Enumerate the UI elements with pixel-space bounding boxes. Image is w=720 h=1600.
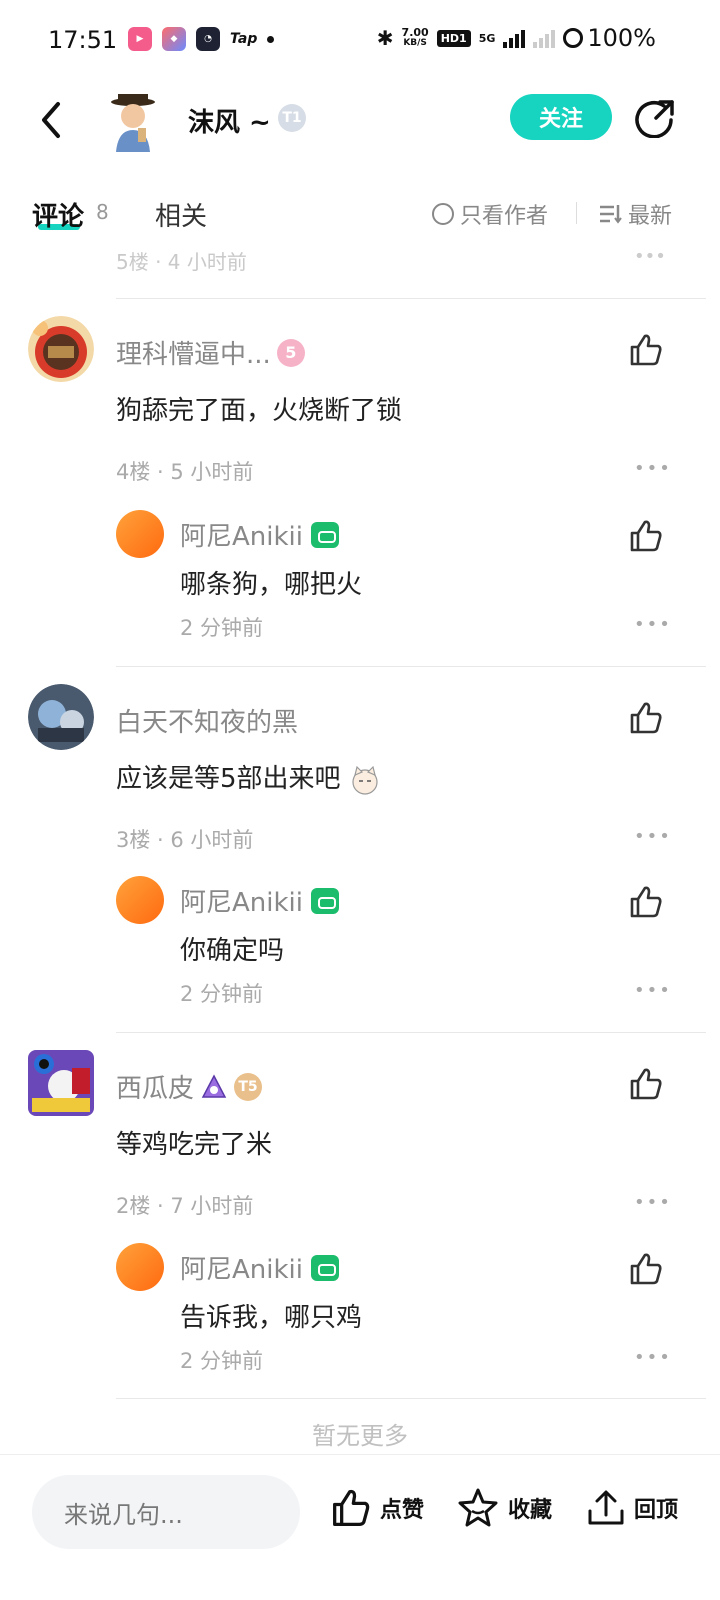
sort-button[interactable]: 最新 bbox=[598, 198, 672, 230]
like-icon[interactable] bbox=[628, 700, 664, 736]
level-badge: T5 bbox=[234, 1072, 263, 1101]
like-icon[interactable] bbox=[628, 1066, 664, 1102]
status-time: 17:51 bbox=[48, 26, 118, 54]
favorite-button[interactable]: 收藏 bbox=[456, 1487, 552, 1529]
divider bbox=[116, 1032, 706, 1033]
comment-meta: 4楼 · 5 小时前 bbox=[116, 460, 254, 484]
divider bbox=[116, 666, 706, 667]
back-arrow-icon[interactable] bbox=[34, 98, 70, 142]
more-icon[interactable]: ••• bbox=[634, 246, 666, 267]
divider bbox=[116, 298, 706, 299]
reply-avatar[interactable] bbox=[116, 1243, 164, 1291]
level-badge: 5 bbox=[276, 338, 305, 367]
notification-icons: ▶ ◆ ◔ Tap bbox=[128, 27, 275, 51]
verified-badge-icon bbox=[311, 887, 339, 914]
more-icon[interactable]: ••• bbox=[634, 826, 672, 847]
battery: 100% bbox=[563, 24, 656, 52]
partial-comment-meta: 5楼 · 4 小时前 bbox=[116, 250, 247, 274]
more-notifications-dot bbox=[267, 35, 275, 43]
like-icon[interactable] bbox=[628, 1251, 664, 1287]
reply-author-name[interactable]: 阿尼Anikii bbox=[180, 1249, 339, 1286]
verified-badge-icon bbox=[311, 521, 339, 548]
more-icon[interactable]: ••• bbox=[634, 614, 672, 635]
like-icon[interactable] bbox=[628, 332, 664, 368]
user-avatar[interactable] bbox=[28, 684, 94, 750]
sort-icon bbox=[600, 205, 622, 224]
reply-text: 告诉我，哪只鸡 bbox=[180, 1303, 363, 1333]
hd-icon: HD1 bbox=[436, 29, 471, 47]
comments-count: 8 bbox=[96, 200, 109, 224]
commenter-name[interactable]: 理科懵逼中... 5 bbox=[116, 334, 305, 371]
reply-text: 哪条狗，哪把火 bbox=[180, 570, 363, 600]
comment-text: 等鸡吃完了米 bbox=[116, 1130, 273, 1160]
star-icon bbox=[458, 1488, 498, 1527]
clock-app-icon: ◔ bbox=[196, 27, 220, 51]
bilibili-icon: ▶ bbox=[128, 27, 152, 51]
cat-emoji-icon bbox=[352, 765, 378, 795]
more-icon[interactable]: ••• bbox=[634, 1192, 672, 1213]
comment-tabs: 评论 8 相关 只看作者 最新 bbox=[0, 180, 720, 244]
like-icon bbox=[333, 1489, 370, 1526]
tab-related[interactable]: 相关 bbox=[155, 196, 207, 233]
upload-arrow-icon bbox=[588, 1490, 624, 1525]
more-icon[interactable]: ••• bbox=[634, 458, 672, 479]
reply-time: 2 分钟前 bbox=[180, 982, 264, 1006]
verified-badge-icon bbox=[311, 1254, 339, 1281]
status-bar: 17:51 ▶ ◆ ◔ Tap ✱ 7.00 KB/S HD1 5G 100% bbox=[0, 0, 720, 80]
more-icon[interactable]: ••• bbox=[634, 980, 672, 1001]
reply-avatar[interactable] bbox=[116, 510, 164, 558]
like-button[interactable]: 点赞 bbox=[330, 1487, 424, 1529]
net-speed: 7.00 KB/S bbox=[401, 26, 429, 48]
reply-author-name[interactable]: 阿尼Anikii bbox=[180, 882, 339, 919]
reply-avatar[interactable] bbox=[116, 876, 164, 924]
like-icon[interactable] bbox=[628, 518, 664, 554]
rank-badge-icon bbox=[201, 1073, 227, 1098]
divider bbox=[116, 1398, 706, 1399]
comment-input[interactable]: 来说几句... bbox=[32, 1475, 300, 1549]
bluetooth-icon: ✱ bbox=[376, 26, 394, 50]
reply-time: 2 分钟前 bbox=[180, 616, 264, 640]
radio-icon bbox=[432, 203, 454, 225]
author-level-badge: T1 bbox=[278, 104, 306, 132]
no-more-label: 暂无更多 bbox=[312, 1422, 408, 1450]
comment-meta: 3楼 · 6 小时前 bbox=[116, 828, 254, 852]
commenter-name[interactable]: 白天不知夜的黑 bbox=[116, 702, 298, 739]
author-name[interactable]: 沫风 ~ bbox=[188, 102, 271, 139]
commenter-name[interactable]: 西瓜皮 T5 bbox=[116, 1068, 263, 1105]
user-avatar[interactable] bbox=[28, 1050, 94, 1116]
signal-icon bbox=[503, 28, 526, 48]
signal-2-icon bbox=[533, 28, 556, 48]
more-icon[interactable]: ••• bbox=[634, 1347, 672, 1368]
header: 沫风 ~ T1 关注 bbox=[0, 80, 720, 160]
comment-meta: 2楼 · 7 小时前 bbox=[116, 1194, 254, 1218]
comment-text: 应该是等5部出来吧 bbox=[116, 758, 381, 795]
author-avatar[interactable] bbox=[108, 92, 158, 152]
user-avatar[interactable] bbox=[28, 316, 94, 382]
battery-icon bbox=[563, 28, 584, 48]
reply-text: 你确定吗 bbox=[180, 936, 285, 966]
tap-icon: Tap bbox=[230, 31, 258, 47]
reply-time: 2 分钟前 bbox=[180, 1349, 264, 1373]
app-icon: ◆ bbox=[162, 27, 186, 51]
back-to-top-button[interactable]: 回顶 bbox=[586, 1487, 678, 1529]
only-author-toggle[interactable]: 只看作者 bbox=[432, 198, 548, 230]
like-icon[interactable] bbox=[628, 884, 664, 920]
tab-comments[interactable]: 评论 bbox=[32, 196, 84, 233]
reply-author-name[interactable]: 阿尼Anikii bbox=[180, 516, 339, 553]
network-type: 5G bbox=[478, 31, 496, 45]
status-indicators: ✱ 7.00 KB/S HD1 5G 100% bbox=[377, 24, 656, 52]
comment-text: 狗舔完了面，火烧断了锁 bbox=[116, 396, 403, 426]
share-icon[interactable] bbox=[634, 96, 676, 138]
tab-separator bbox=[576, 202, 577, 224]
bottom-action-bar: 来说几句... 点赞 收藏 回顶 bbox=[0, 1454, 720, 1600]
follow-button[interactable]: 关注 bbox=[510, 94, 612, 140]
